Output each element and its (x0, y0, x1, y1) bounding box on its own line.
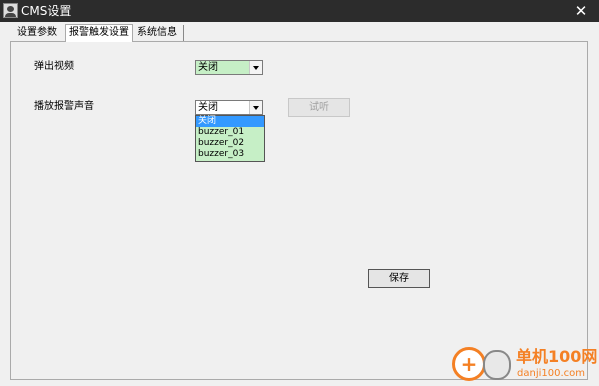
tab-alarm-trigger[interactable]: 报警触发设置 (65, 24, 133, 42)
chevron-down-icon[interactable] (249, 101, 262, 114)
alarm-sound-label: 播放报警声音 (34, 101, 94, 112)
popup-video-label: 弹出视频 (34, 61, 74, 72)
close-button[interactable]: ✕ (563, 0, 599, 22)
app-user-icon (3, 3, 18, 18)
tab-settings-params[interactable]: 设置参数 (14, 25, 64, 42)
popup-video-value: 关闭 (196, 61, 249, 74)
alarm-sound-dropdown-list: 关闭 buzzer_01 buzzer_02 buzzer_03 (195, 115, 265, 162)
watermark-url: danji100.com (517, 368, 585, 379)
window-title: CMS设置 (21, 4, 72, 18)
test-sound-button[interactable]: 试听 (288, 98, 350, 117)
watermark-mascot-icon (483, 350, 511, 380)
chevron-down-icon[interactable] (249, 61, 262, 74)
alarm-sound-value: 关闭 (196, 101, 249, 114)
dropdown-option[interactable]: buzzer_03 (196, 149, 264, 160)
title-bar: CMS设置 ✕ (0, 0, 599, 22)
settings-panel (10, 41, 588, 380)
save-button[interactable]: 保存 (368, 269, 430, 288)
alarm-sound-select[interactable]: 关闭 (195, 100, 263, 115)
watermark-plus-icon: + (452, 347, 486, 381)
popup-video-select[interactable]: 关闭 (195, 60, 263, 75)
tab-system-info[interactable]: 系统信息 (134, 25, 184, 42)
dropdown-option[interactable]: 关闭 (196, 116, 264, 127)
dropdown-option[interactable]: buzzer_02 (196, 138, 264, 149)
watermark-title: 单机100网 (516, 347, 598, 366)
dropdown-option[interactable]: buzzer_01 (196, 127, 264, 138)
